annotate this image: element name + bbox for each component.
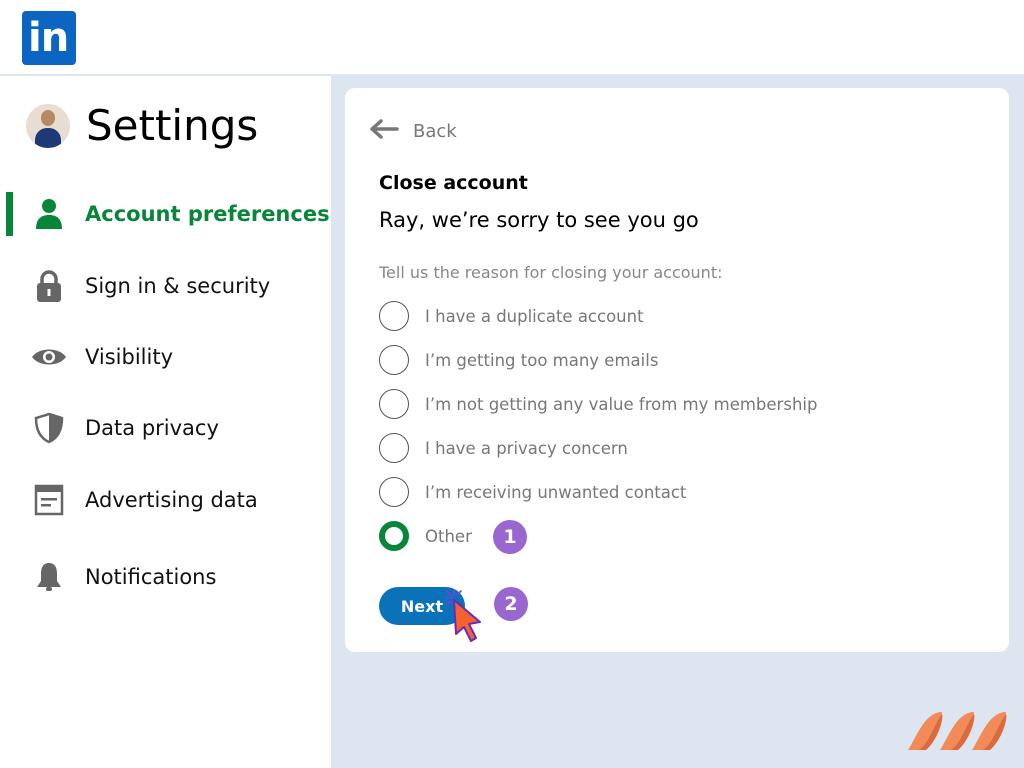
radio-button[interactable]	[379, 433, 409, 463]
close-account-card: Back Close account Ray, we’re sorry to s…	[345, 88, 1009, 652]
reason-option-too-many-emails[interactable]: I’m getting too many emails	[379, 345, 658, 375]
lock-icon	[30, 267, 68, 305]
option-label: I have a duplicate account	[425, 306, 644, 326]
radio-button[interactable]	[379, 345, 409, 375]
sidebar-item-notifications[interactable]: Notifications	[0, 555, 331, 599]
radio-button-selected[interactable]	[379, 521, 409, 551]
sidebar-item-data-privacy[interactable]: Data privacy	[0, 406, 331, 450]
shield-icon	[30, 409, 68, 447]
sidebar-item-label: Account preferences	[85, 202, 330, 226]
radio-button[interactable]	[379, 477, 409, 507]
pointer-cursor-icon	[444, 588, 494, 658]
option-label: I have a privacy concern	[425, 438, 628, 458]
arrow-left-icon	[369, 118, 399, 144]
reason-option-no-value[interactable]: I’m not getting any value from my member…	[379, 389, 817, 419]
sidebar-item-label: Sign in & security	[85, 274, 271, 298]
avatar[interactable]	[26, 104, 70, 148]
step-badge-2: 2	[494, 587, 528, 621]
back-label: Back	[413, 120, 457, 142]
reason-option-duplicate-account[interactable]: I have a duplicate account	[379, 301, 644, 331]
farewell-heading: Ray, we’re sorry to see you go	[379, 208, 699, 232]
reason-option-unwanted-contact[interactable]: I’m receiving unwanted contact	[379, 477, 686, 507]
option-label: I’m receiving unwanted contact	[425, 482, 687, 502]
top-bar: in	[0, 0, 1024, 76]
radio-button[interactable]	[379, 389, 409, 419]
option-label: Other	[425, 526, 472, 546]
reason-option-privacy-concern[interactable]: I have a privacy concern	[379, 433, 628, 463]
document-icon	[30, 481, 68, 519]
sidebar-item-label: Advertising data	[85, 488, 258, 512]
radio-button[interactable]	[379, 301, 409, 331]
step-badge-1: 1	[493, 520, 527, 554]
reason-option-other[interactable]: Other	[379, 521, 472, 551]
active-indicator	[6, 192, 13, 236]
linkedin-logo[interactable]: in	[22, 11, 76, 65]
profile-header: Settings	[26, 102, 258, 150]
option-label: I’m not getting any value from my member…	[425, 394, 818, 414]
sidebar-item-label: Data privacy	[85, 416, 219, 440]
sidebar-item-account-preferences[interactable]: Account preferences	[0, 192, 331, 236]
sidebar-item-label: Notifications	[85, 565, 217, 589]
bell-icon	[30, 558, 68, 596]
reason-prompt: Tell us the reason for closing your acco…	[379, 263, 723, 282]
sidebar-item-advertising-data[interactable]: Advertising data	[0, 478, 331, 522]
sidebar-item-visibility[interactable]: Visibility	[0, 335, 331, 379]
settings-sidebar: Settings Account preferences Sign in & s…	[0, 76, 331, 768]
page-title: Settings	[86, 101, 259, 150]
back-button[interactable]: Back	[369, 118, 457, 144]
logo-text: in	[28, 15, 69, 61]
eye-icon	[30, 338, 68, 376]
sidebar-item-label: Visibility	[85, 345, 174, 369]
brand-logo-icon	[906, 710, 1012, 758]
person-icon	[30, 195, 68, 233]
section-title: Close account	[379, 172, 528, 194]
sidebar-item-sign-in-security[interactable]: Sign in & security	[0, 264, 331, 308]
option-label: I’m getting too many emails	[425, 350, 659, 370]
